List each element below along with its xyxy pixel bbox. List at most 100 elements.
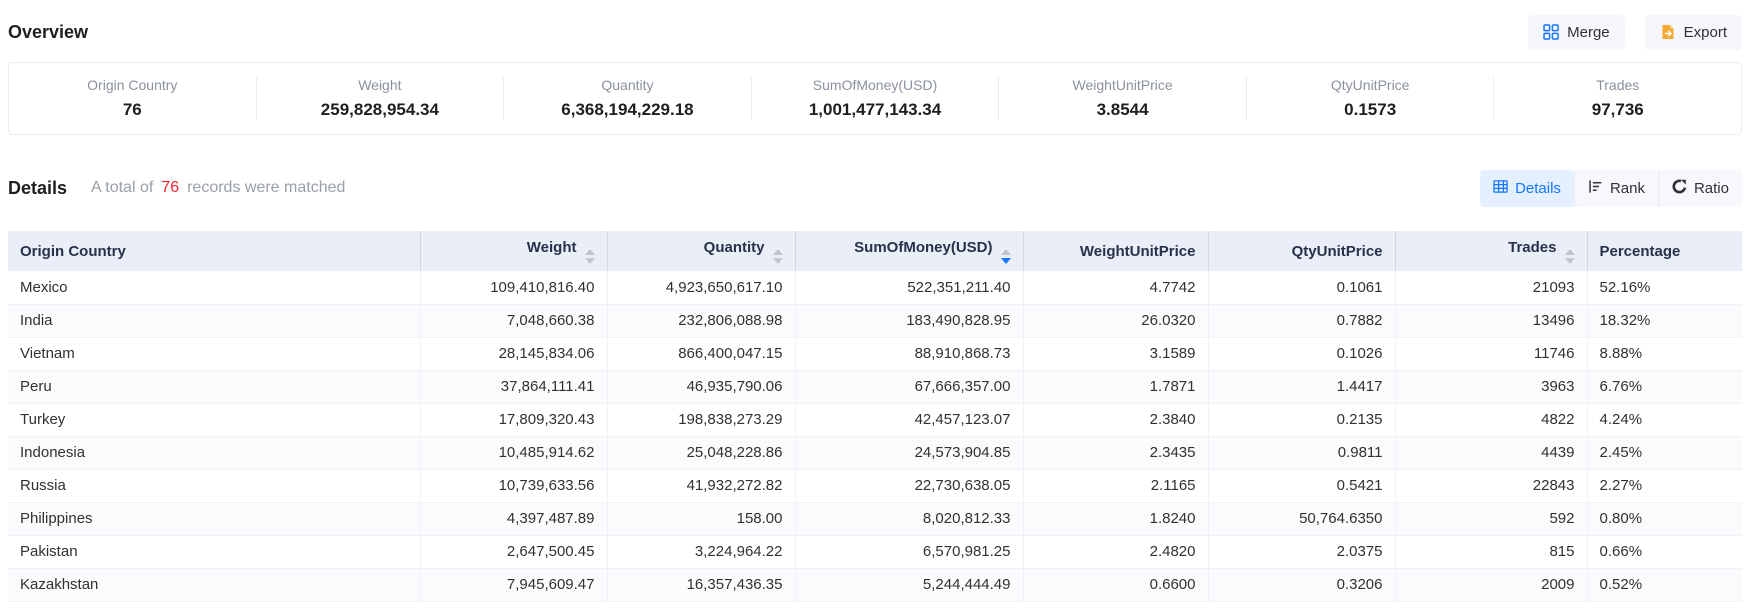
table-cell: 815	[1395, 535, 1587, 568]
merge-icon	[1543, 24, 1559, 40]
table-row[interactable]: India7,048,660.38232,806,088.98183,490,8…	[8, 304, 1742, 337]
table-cell: 25,048,228.86	[607, 436, 795, 469]
matched-count: 76	[161, 179, 179, 196]
export-icon	[1660, 24, 1676, 40]
table-row[interactable]: Turkey17,809,320.43198,838,273.2942,457,…	[8, 403, 1742, 436]
stat-weight-unit-price: WeightUnitPrice 3.8544	[998, 77, 1246, 120]
table-cell: 50,764.6350	[1208, 502, 1395, 535]
cell-origin-country: Turkey	[8, 403, 420, 436]
stat-label: Origin Country	[9, 77, 256, 93]
stat-label: QtyUnitPrice	[1247, 77, 1494, 93]
export-button[interactable]: Export	[1645, 15, 1742, 50]
cell-origin-country: India	[8, 304, 420, 337]
column-label: Weight	[527, 239, 577, 256]
table-cell: 42,457,123.07	[795, 403, 1023, 436]
table-cell: 183,490,828.95	[795, 304, 1023, 337]
table-cell: 46,935,790.06	[607, 370, 795, 403]
column-header-origin-country: Origin Country	[8, 231, 420, 271]
table-icon	[1493, 179, 1508, 198]
sort-icon[interactable]	[1001, 249, 1011, 264]
tab-rank[interactable]: Rank	[1574, 170, 1658, 207]
dashboard-page: Overview Merge Export Origin Country 76 …	[0, 0, 1750, 602]
table-cell: 0.52%	[1587, 568, 1742, 601]
tab-details[interactable]: Details	[1480, 170, 1574, 207]
column-label: QtyUnitPrice	[1292, 243, 1383, 260]
details-table: Origin Country Weight Quantity SumOfMoney(U…	[8, 231, 1742, 602]
sort-icon[interactable]	[585, 249, 595, 264]
table-row[interactable]: Vietnam28,145,834.06866,400,047.1588,910…	[8, 337, 1742, 370]
table-cell: 16,357,436.35	[607, 568, 795, 601]
table-cell: 7,945,609.47	[420, 568, 607, 601]
column-header-qtyunitprice: QtyUnitPrice	[1208, 231, 1395, 271]
merge-button[interactable]: Merge	[1528, 15, 1625, 50]
stat-label: Trades	[1494, 77, 1741, 93]
table-cell: 0.2135	[1208, 403, 1395, 436]
stat-value: 0.1573	[1247, 100, 1494, 120]
table-cell: 4.24%	[1587, 403, 1742, 436]
table-cell: 18.32%	[1587, 304, 1742, 337]
column-label: Trades	[1508, 239, 1556, 256]
cell-origin-country: Mexico	[8, 271, 420, 304]
column-label: SumOfMoney(USD)	[854, 239, 992, 256]
column-label: Quantity	[704, 239, 765, 256]
column-label: Origin Country	[20, 243, 126, 260]
sort-icon[interactable]	[773, 249, 783, 264]
stat-trades: Trades 97,736	[1493, 77, 1741, 120]
cell-origin-country: Russia	[8, 469, 420, 502]
sort-icon[interactable]	[1565, 249, 1575, 264]
merge-button-label: Merge	[1567, 24, 1610, 41]
column-label: Percentage	[1600, 243, 1681, 260]
column-header-weightunitprice: WeightUnitPrice	[1023, 231, 1208, 271]
table-cell: 28,145,834.06	[420, 337, 607, 370]
table-row[interactable]: Indonesia10,485,914.6225,048,228.8624,57…	[8, 436, 1742, 469]
details-bar: Details A total of76records were matched…	[8, 169, 1742, 207]
topbar-actions: Merge Export	[1528, 15, 1742, 50]
table-cell: 22843	[1395, 469, 1587, 502]
table-row[interactable]: Kazakhstan7,945,609.4716,357,436.355,244…	[8, 568, 1742, 601]
table-cell: 4,923,650,617.10	[607, 271, 795, 304]
table-row[interactable]: Peru37,864,111.4146,935,790.0667,666,357…	[8, 370, 1742, 403]
tab-ratio[interactable]: Ratio	[1658, 170, 1742, 207]
table-cell: 4.7742	[1023, 271, 1208, 304]
table-cell: 0.66%	[1587, 535, 1742, 568]
table-cell: 24,573,904.85	[795, 436, 1023, 469]
rank-icon	[1588, 179, 1603, 198]
cell-origin-country: Peru	[8, 370, 420, 403]
table-row[interactable]: Philippines4,397,487.89158.008,020,812.3…	[8, 502, 1742, 535]
cell-origin-country: Philippines	[8, 502, 420, 535]
table-cell: 1.7871	[1023, 370, 1208, 403]
table-cell: 6.76%	[1587, 370, 1742, 403]
cell-origin-country: Kazakhstan	[8, 568, 420, 601]
table-cell: 88,910,868.73	[795, 337, 1023, 370]
column-label: WeightUnitPrice	[1080, 243, 1196, 260]
table-cell: 3963	[1395, 370, 1587, 403]
table-cell: 1.4417	[1208, 370, 1395, 403]
table-row[interactable]: Mexico109,410,816.404,923,650,617.10522,…	[8, 271, 1742, 304]
overview-stats-panel: Origin Country 76 Weight 259,828,954.34 …	[8, 62, 1742, 135]
table-cell: 8.88%	[1587, 337, 1742, 370]
table-body: Mexico109,410,816.404,923,650,617.10522,…	[8, 271, 1742, 601]
stat-quantity: Quantity 6,368,194,229.18	[503, 77, 751, 120]
table-row[interactable]: Pakistan2,647,500.453,224,964.226,570,98…	[8, 535, 1742, 568]
table-cell: 0.80%	[1587, 502, 1742, 535]
cell-origin-country: Pakistan	[8, 535, 420, 568]
column-header-weight[interactable]: Weight	[420, 231, 607, 271]
column-header-sumofmoney-usd[interactable]: SumOfMoney(USD)	[795, 231, 1023, 271]
stat-label: WeightUnitPrice	[999, 77, 1246, 93]
column-header-trades[interactable]: Trades	[1395, 231, 1587, 271]
table-cell: 4439	[1395, 436, 1587, 469]
table-cell: 522,351,211.40	[795, 271, 1023, 304]
tab-ratio-label: Ratio	[1694, 180, 1729, 197]
table-cell: 8,020,812.33	[795, 502, 1023, 535]
table-cell: 0.1061	[1208, 271, 1395, 304]
table-cell: 866,400,047.15	[607, 337, 795, 370]
tab-details-label: Details	[1515, 180, 1561, 197]
column-header-quantity[interactable]: Quantity	[607, 231, 795, 271]
view-switcher: Details Rank Ratio	[1480, 170, 1742, 207]
table-cell: 0.7882	[1208, 304, 1395, 337]
table-cell: 52.16%	[1587, 271, 1742, 304]
table-cell: 232,806,088.98	[607, 304, 795, 337]
stat-value: 259,828,954.34	[257, 100, 504, 120]
stat-value: 1,001,477,143.34	[752, 100, 999, 120]
table-row[interactable]: Russia10,739,633.5641,932,272.8222,730,6…	[8, 469, 1742, 502]
